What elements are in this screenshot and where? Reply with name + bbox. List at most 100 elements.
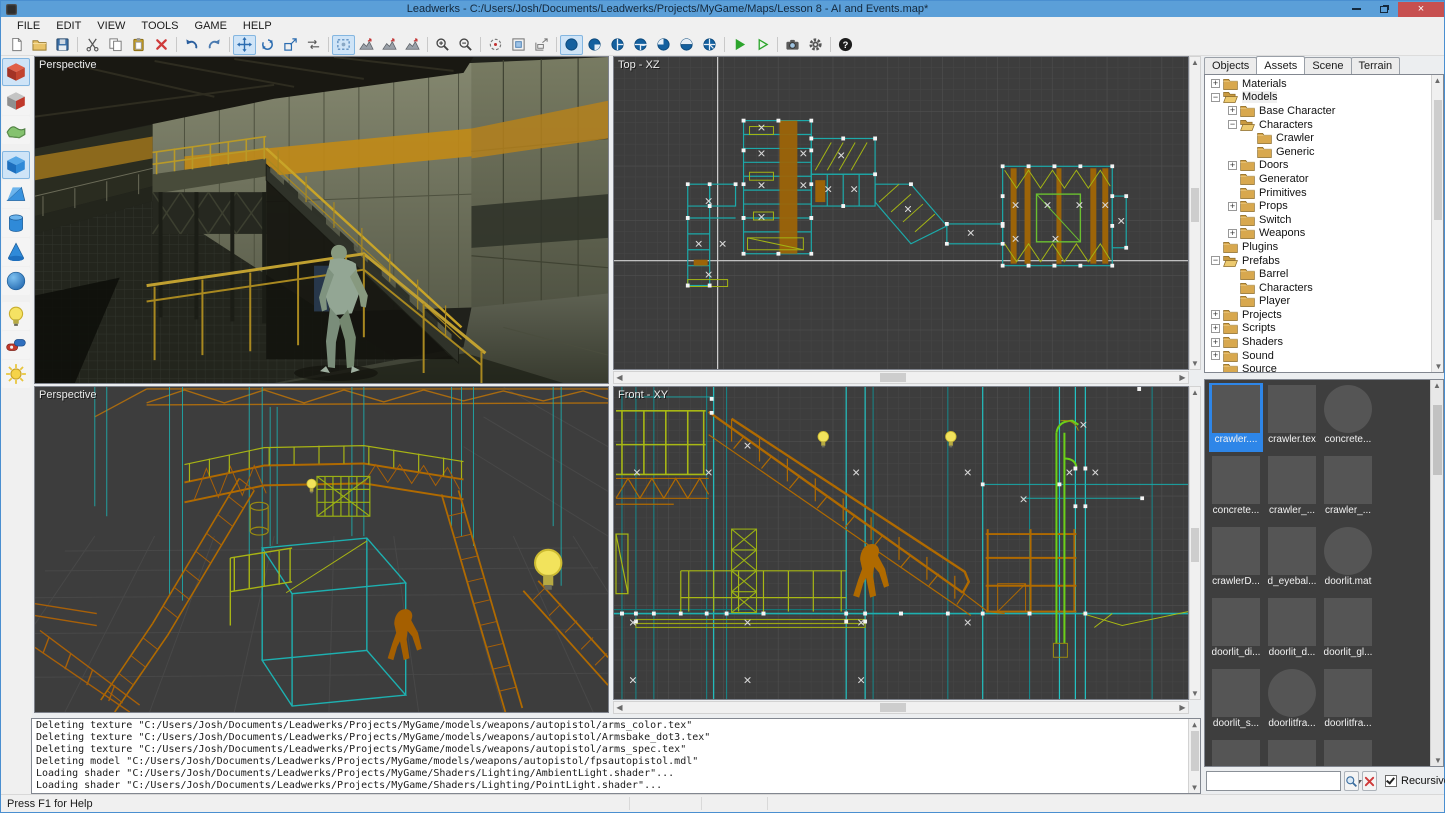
select-radius-button[interactable] <box>484 35 507 55</box>
scroll-down-icon[interactable]: ▼ <box>1190 688 1200 699</box>
run-game-button[interactable] <box>728 35 751 55</box>
expand-icon[interactable]: + <box>1228 229 1237 238</box>
scrollbar-thumb[interactable] <box>880 703 906 712</box>
create-brush-button[interactable] <box>2 87 30 115</box>
menu-help[interactable]: HELP <box>235 18 280 34</box>
cut-button[interactable] <box>81 35 104 55</box>
close-button[interactable]: × <box>1398 2 1444 17</box>
tree-item-switch[interactable]: +Switch <box>1205 213 1443 227</box>
tree-item-primitives[interactable]: +Primitives <box>1205 186 1443 200</box>
scrollbar-thumb[interactable] <box>880 373 906 382</box>
new-map-button[interactable] <box>5 35 28 55</box>
viewport-layout-4-button[interactable] <box>629 35 652 55</box>
scroll-up-icon[interactable]: ▲ <box>1189 719 1200 730</box>
help-button[interactable] <box>834 35 857 55</box>
search-button[interactable] <box>1344 771 1359 791</box>
scroll-up-icon[interactable]: ▲ <box>1190 57 1200 68</box>
expand-icon[interactable]: + <box>1228 106 1237 115</box>
asset-thumbnail-doorlitd[interactable]: doorlit_d... <box>1265 596 1319 665</box>
asset-thumbnail-concrete[interactable]: concrete... <box>1209 454 1263 523</box>
carve-button[interactable] <box>530 35 553 55</box>
brush-wedge-button[interactable] <box>2 180 30 208</box>
viewport-layout-3-button[interactable] <box>606 35 629 55</box>
tree-item-sound[interactable]: +Sound <box>1205 349 1443 363</box>
asset-thumbnail-crawler[interactable]: crawler_... <box>1265 454 1319 523</box>
smooth-groups-button[interactable] <box>355 35 378 55</box>
asset-thumbnail-doorlitfra[interactable]: doorlitfra... <box>1321 667 1375 736</box>
tree-item-props[interactable]: +Props <box>1205 199 1443 213</box>
expand-icon[interactable]: + <box>1211 338 1220 347</box>
asset-thumbnail-doorlits[interactable]: doorlit_s... <box>1209 667 1263 736</box>
debug-game-button[interactable] <box>751 35 774 55</box>
create-prop-button[interactable] <box>2 331 30 359</box>
viewport-layout-1-button[interactable] <box>560 35 583 55</box>
collapse-icon[interactable]: − <box>1228 120 1237 129</box>
collapse-icon[interactable]: − <box>1211 256 1220 265</box>
select-tool-button[interactable] <box>332 35 355 55</box>
zoom-in-button[interactable] <box>431 35 454 55</box>
scroll-down-icon[interactable]: ▼ <box>1432 755 1444 766</box>
thumbnail-scrollbar[interactable]: ▲ ▼ <box>1430 380 1443 766</box>
asset-thumbnail-doorlitmat[interactable]: doorlit.mat <box>1321 525 1375 594</box>
open-map-button[interactable] <box>28 35 51 55</box>
scrollbar-thumb[interactable] <box>1434 100 1442 220</box>
asset-thumbnail-doorlitdi[interactable]: doorlit_di... <box>1209 596 1263 665</box>
viewport-layout-7-button[interactable] <box>698 35 721 55</box>
expand-icon[interactable]: + <box>1211 310 1220 319</box>
tree-item-generic[interactable]: +Generic <box>1205 145 1443 159</box>
menu-file[interactable]: FILE <box>9 18 48 34</box>
front-xy-horizontal-scrollbar[interactable]: ◀ ▶ <box>613 701 1189 714</box>
scrollbar-thumb[interactable] <box>1191 188 1199 222</box>
redo-button[interactable] <box>203 35 226 55</box>
brush-cylinder-button[interactable] <box>2 209 30 237</box>
viewport-layout-5-button[interactable] <box>652 35 675 55</box>
tree-item-player[interactable]: +Player <box>1205 295 1443 309</box>
create-object-button[interactable] <box>2 58 30 86</box>
tree-item-base-character[interactable]: +Base Character <box>1205 104 1443 118</box>
minimize-button[interactable] <box>1342 2 1370 17</box>
tree-item-projects[interactable]: +Projects <box>1205 308 1443 322</box>
directional-light-button[interactable] <box>2 360 30 388</box>
copy-button[interactable] <box>104 35 127 55</box>
scroll-left-icon[interactable]: ◀ <box>614 372 625 383</box>
asset-tree[interactable]: +Materials−Models+Base Character−Charact… <box>1204 74 1444 373</box>
point-light-button[interactable] <box>2 302 30 330</box>
expand-icon[interactable]: + <box>1211 351 1220 360</box>
expand-icon[interactable]: + <box>1211 79 1220 88</box>
viewport-top-xz[interactable]: Top - XZ <box>613 56 1189 370</box>
viewport-perspective-wireframe[interactable]: Perspective <box>34 386 609 713</box>
scroll-right-icon[interactable]: ▶ <box>1177 702 1188 713</box>
fit-selection-button[interactable] <box>507 35 530 55</box>
asset-thumbnail-concrete[interactable]: concrete... <box>1321 383 1375 452</box>
restore-button[interactable] <box>1370 2 1398 17</box>
asset-thumbnail-crawler[interactable]: crawler_... <box>1321 454 1375 523</box>
title-bar[interactable]: Leadwerks - C:/Users/Josh/Documents/Lead… <box>1 1 1444 17</box>
tab-terrain[interactable]: Terrain <box>1351 57 1401 74</box>
brush-sphere-button[interactable] <box>2 267 30 295</box>
console-log[interactable]: Deleting texture "C:/Users/Josh/Document… <box>31 718 1201 794</box>
tree-item-barrel[interactable]: +Barrel <box>1205 267 1443 281</box>
auto-normals-button[interactable] <box>401 35 424 55</box>
tab-assets[interactable]: Assets <box>1256 56 1305 74</box>
expand-icon[interactable]: + <box>1228 161 1237 170</box>
tree-item-prefabs[interactable]: −Prefabs <box>1205 254 1443 268</box>
menu-view[interactable]: VIEW <box>89 18 133 34</box>
top-xz-horizontal-scrollbar[interactable]: ◀ ▶ <box>613 371 1189 384</box>
scroll-down-icon[interactable]: ▼ <box>1190 358 1200 369</box>
asset-thumbnail-doorlitfra[interactable]: doorlitfra... <box>1265 667 1319 736</box>
screenshot-button[interactable] <box>781 35 804 55</box>
tree-item-materials[interactable]: +Materials <box>1205 77 1443 91</box>
collapse-icon[interactable]: − <box>1211 93 1220 102</box>
save-map-button[interactable] <box>51 35 74 55</box>
tree-item-characters[interactable]: −Characters <box>1205 118 1443 132</box>
clear-search-button[interactable] <box>1362 771 1377 791</box>
delete-button[interactable] <box>150 35 173 55</box>
tree-item-source[interactable]: +Source <box>1205 362 1443 373</box>
asset-thumbnail-crawlertex[interactable]: crawler.tex <box>1265 383 1319 452</box>
tab-objects[interactable]: Objects <box>1204 57 1257 74</box>
tree-item-shaders[interactable]: +Shaders <box>1205 335 1443 349</box>
asset-thumbnail-deyebal[interactable]: d_eyebal... <box>1265 525 1319 594</box>
scroll-down-icon[interactable]: ▼ <box>1189 782 1200 793</box>
expand-icon[interactable]: + <box>1211 324 1220 333</box>
viewport-layout-2-button[interactable] <box>583 35 606 55</box>
